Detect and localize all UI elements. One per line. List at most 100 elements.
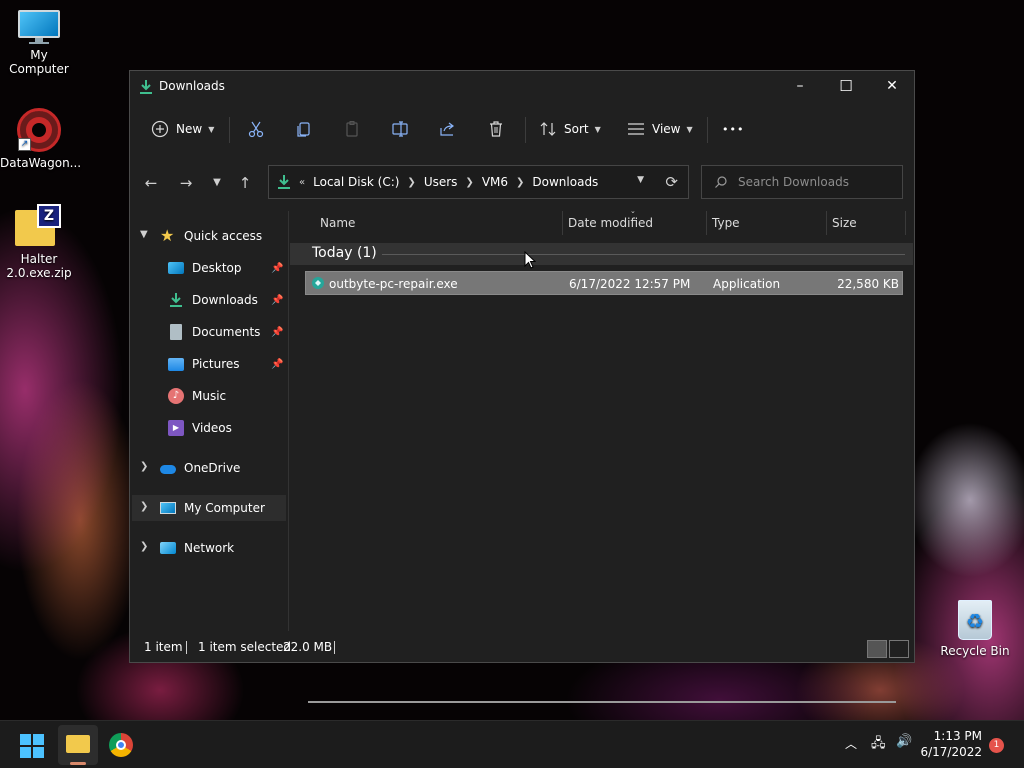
column-header-type[interactable]: Type xyxy=(712,209,740,237)
column-header-size[interactable]: Size xyxy=(832,209,857,237)
network-status-icon[interactable]: 🖧 xyxy=(871,734,886,756)
chevron-right-icon: ❯ xyxy=(516,176,525,188)
breadcrumb-users[interactable]: Users xyxy=(424,175,458,189)
column-header-date-modified[interactable]: Date modified xyxy=(568,209,653,237)
start-windows-icon[interactable] xyxy=(20,734,44,758)
status-divider xyxy=(186,641,187,654)
sidebar-item-documents[interactable]: Documents 📌 xyxy=(130,319,286,345)
sort-indicator-icon: ⌄ xyxy=(630,207,636,215)
desktop-icon-halter-zip[interactable]: Z Halter 2.0.exe.zip xyxy=(0,204,78,280)
sidebar-item-music[interactable]: ♪ Music xyxy=(130,383,286,409)
more-options-button[interactable]: ••• xyxy=(722,115,744,143)
sidebar-item-downloads[interactable]: Downloads 📌 xyxy=(130,287,286,313)
status-selected-size: 22.0 MB xyxy=(283,640,333,654)
rename-button[interactable] xyxy=(390,115,410,143)
copy-button[interactable] xyxy=(294,115,314,143)
share-button[interactable] xyxy=(438,115,458,143)
address-bar[interactable]: « Local Disk (C:) ❯ Users ❯ VM6 ❯ Downlo… xyxy=(268,165,689,199)
delete-button[interactable] xyxy=(486,115,506,143)
close-button[interactable]: ✕ xyxy=(869,71,915,101)
sidebar-item-quick-access[interactable]: ▼ ★ Quick access xyxy=(130,223,286,249)
breadcrumb-local-disk[interactable]: Local Disk (C:) xyxy=(313,175,399,189)
column-divider[interactable] xyxy=(905,211,906,235)
file-name: outbyte-pc-repair.exe xyxy=(329,277,458,291)
sidebar-item-label: Network xyxy=(184,541,235,555)
desktop-icon-recycle-bin[interactable]: ♻ Recycle Bin xyxy=(936,600,1014,658)
large-icons-view-icon[interactable] xyxy=(889,640,909,658)
up-arrow-icon[interactable]: ↑ xyxy=(233,169,257,197)
address-history-chevron-icon[interactable]: ▼ xyxy=(637,175,644,185)
clock-time: 1:13 PM xyxy=(933,729,982,743)
search-box[interactable] xyxy=(701,165,903,199)
sidebar-item-label: Pictures xyxy=(192,357,240,371)
paste-button[interactable] xyxy=(342,115,362,143)
view-button[interactable]: View ▼ xyxy=(626,115,693,143)
forward-arrow-icon[interactable]: → xyxy=(174,169,198,197)
system-clock[interactable]: 1:13 PM 6/17/2022 xyxy=(920,728,982,760)
minimize-button[interactable]: – xyxy=(777,71,823,101)
sort-button[interactable]: Sort ▼ xyxy=(538,115,601,143)
copy-icon xyxy=(297,122,310,137)
folder-icon xyxy=(66,735,90,753)
notification-badge[interactable]: 1 xyxy=(989,738,1004,753)
sidebar-item-label: Music xyxy=(192,389,227,403)
chevron-right-icon: ❯ xyxy=(140,501,149,512)
column-divider[interactable] xyxy=(706,211,707,235)
download-arrow-icon xyxy=(170,293,182,307)
running-indicator xyxy=(70,762,86,765)
sidebar-item-desktop[interactable]: Desktop 📌 xyxy=(130,255,286,281)
details-view-icon[interactable] xyxy=(867,640,887,658)
new-button[interactable]: New ▼ xyxy=(150,115,214,143)
maximize-button[interactable]: ☐ xyxy=(823,71,869,101)
sidebar-item-pictures[interactable]: Pictures 📌 xyxy=(130,351,286,377)
pin-icon[interactable]: 📌 xyxy=(271,359,283,370)
chevron-down-icon: ▼ xyxy=(594,124,601,134)
pin-icon[interactable]: 📌 xyxy=(271,327,283,338)
sidebar-item-videos[interactable]: ▶ Videos xyxy=(130,415,286,441)
share-icon xyxy=(440,122,454,136)
column-divider[interactable] xyxy=(562,211,563,235)
sidebar-item-label: Desktop xyxy=(192,261,242,275)
desktop-icon-my-computer[interactable]: My Computer xyxy=(0,10,78,76)
desktop-icon-label: Halter 2.0.exe.zip xyxy=(6,252,72,280)
navigation-row: ← → ▼ ↑ « Local Disk (C:) ❯ Users ❯ VM6 … xyxy=(130,165,914,201)
status-selected-count: 1 item selected xyxy=(198,640,292,654)
sidebar-item-label: Quick access xyxy=(184,229,263,243)
refresh-icon[interactable]: ⟳ xyxy=(665,173,678,191)
breadcrumb-vm6[interactable]: VM6 xyxy=(482,175,508,189)
download-arrow-icon xyxy=(140,80,152,94)
search-icon xyxy=(715,176,727,188)
volume-icon[interactable]: 🔊 xyxy=(896,734,912,749)
sidebar-item-onedrive[interactable]: ❯ OneDrive xyxy=(130,455,286,481)
horizontal-scrollbar[interactable] xyxy=(308,701,896,703)
cloud-icon xyxy=(160,465,176,474)
overflow-chevron-icon[interactable]: « xyxy=(299,177,305,188)
file-type: Application xyxy=(713,277,781,291)
pin-icon[interactable]: 📌 xyxy=(271,263,283,274)
sidebar-item-my-computer[interactable]: ❯ My Computer xyxy=(132,495,286,521)
sort-arrows-icon xyxy=(540,122,556,136)
group-header-today[interactable]: Today (1) xyxy=(290,243,913,265)
clock-date: 6/17/2022 xyxy=(920,745,982,759)
column-divider[interactable] xyxy=(826,211,827,235)
pane-splitter[interactable] xyxy=(288,211,289,631)
breadcrumb-downloads[interactable]: Downloads xyxy=(532,175,598,189)
desktop-icon-datawagon[interactable]: ↗ DataWagon... xyxy=(0,108,81,170)
chrome-browser-icon[interactable] xyxy=(109,733,133,757)
chevron-right-icon: ❯ xyxy=(140,461,149,472)
navigation-pane: ▼ ★ Quick access Desktop 📌 Downloads 📌 D… xyxy=(130,211,288,631)
title-bar[interactable]: Downloads – ☐ ✕ xyxy=(130,71,914,103)
sort-button-label: Sort xyxy=(564,122,589,136)
chevron-down-icon: ▼ xyxy=(208,124,215,134)
recent-locations-chevron-icon[interactable]: ▼ xyxy=(205,169,229,197)
search-input[interactable] xyxy=(738,175,888,189)
pictures-icon xyxy=(168,357,184,371)
pin-icon[interactable]: 📌 xyxy=(271,295,283,306)
sidebar-item-network[interactable]: ❯ Network xyxy=(130,535,286,561)
back-arrow-icon[interactable]: ← xyxy=(139,169,163,197)
show-hidden-icons-chevron-icon[interactable]: ︿ xyxy=(845,735,857,752)
cut-button[interactable] xyxy=(246,115,266,143)
taskbar-file-explorer-button[interactable] xyxy=(58,725,98,765)
table-row[interactable]: outbyte-pc-repair.exe 6/17/2022 12:57 PM… xyxy=(305,271,903,295)
column-header-name[interactable]: Name xyxy=(320,209,355,237)
